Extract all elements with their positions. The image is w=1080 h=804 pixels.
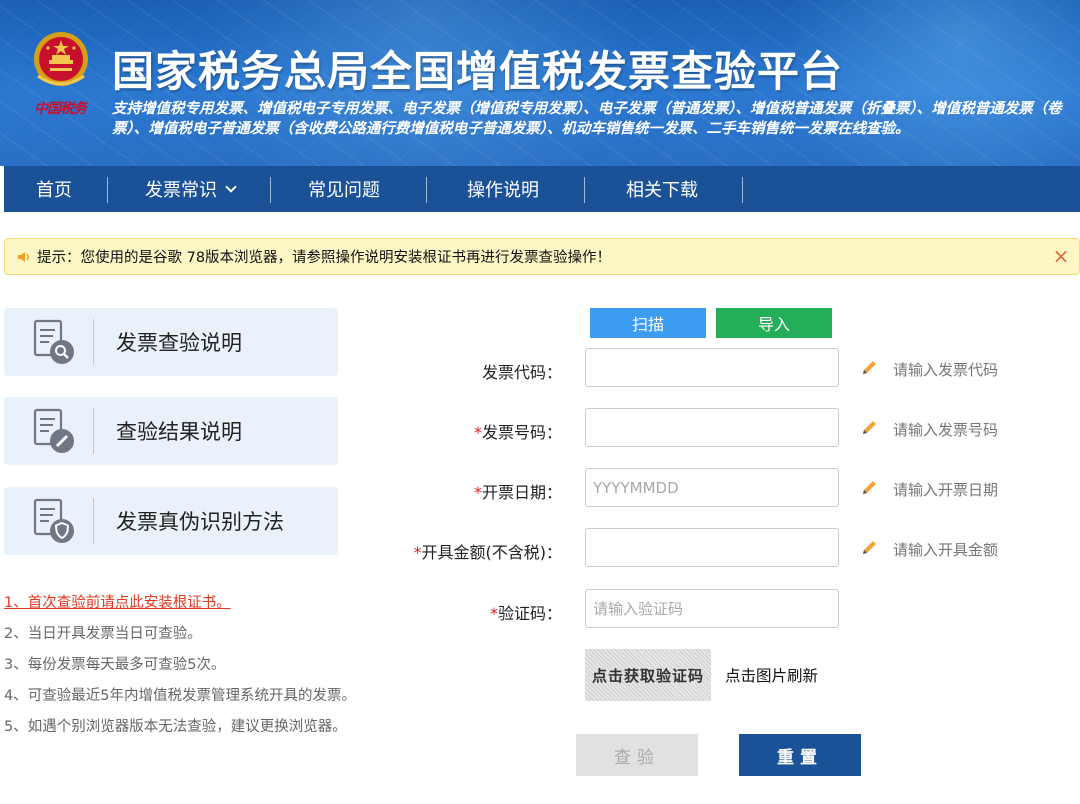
issue-date-hint: 请输入开票日期 xyxy=(893,481,999,499)
invoice-number-input[interactable] xyxy=(585,408,839,447)
captcha-label: *验证码： xyxy=(362,600,562,624)
document-search-icon xyxy=(33,319,74,364)
nav-divider xyxy=(742,177,743,203)
captcha-refresh-link[interactable]: 点击图片刷新 xyxy=(725,664,818,686)
card-result-guide[interactable]: 查验结果说明 xyxy=(4,397,338,465)
amount-hint: 请输入开具金额 xyxy=(893,541,999,559)
nav-downloads[interactable]: 相关下载 xyxy=(585,166,743,212)
required-star: * xyxy=(489,604,498,623)
main-nav: 首页 发票常识 常见问题 操作说明 相关下载 xyxy=(4,166,1080,212)
tips-list: 1、首次查验前请点此安装根证书。 2、当日开具发票当日可查验。 3、每份发票每天… xyxy=(4,588,374,743)
document-shield-icon xyxy=(33,498,74,543)
nav-instructions[interactable]: 操作说明 xyxy=(427,166,585,212)
nav-faq-label: 常见问题 xyxy=(308,180,380,201)
issue-date-label-text: 开票日期： xyxy=(481,483,562,502)
tip-item: 3、每份发票每天最多可查验5次。 xyxy=(4,657,226,673)
issue-date-label: *开票日期： xyxy=(362,479,562,503)
card-authenticity-guide[interactable]: 发票真伪识别方法 xyxy=(4,487,338,555)
amount-input[interactable] xyxy=(585,528,839,567)
nav-downloads-label: 相关下载 xyxy=(626,180,698,201)
browser-notice: 提示：您使用的是谷歌 78版本浏览器，请参照操作说明安装根证书再进行发票查验操作… xyxy=(4,238,1080,275)
nav-home-label: 首页 xyxy=(36,180,72,201)
tip-item: 2、当日开具发票当日可查验。 xyxy=(4,626,202,642)
required-star: * xyxy=(413,543,422,562)
invoice-code-input[interactable] xyxy=(585,348,839,387)
invoice-code-label-text: 发票代码： xyxy=(481,363,562,382)
card-divider xyxy=(93,498,94,544)
invoice-code-label: 发票代码： xyxy=(362,359,562,383)
issue-date-input[interactable] xyxy=(585,468,839,507)
invoice-number-label-text: 发票号码： xyxy=(481,423,562,442)
tip-item: 5、如遇个别浏览器版本无法查验，建议更换浏览器。 xyxy=(4,719,347,735)
captcha-label-text: 验证码： xyxy=(497,604,562,623)
notice-text: 提示：您使用的是谷歌 78版本浏览器，请参照操作说明安装根证书再进行发票查验操作… xyxy=(37,250,612,266)
scan-button[interactable]: 扫描 xyxy=(590,308,706,338)
captcha-input[interactable] xyxy=(585,589,839,628)
pencil-icon xyxy=(863,421,876,434)
nav-home[interactable]: 首页 xyxy=(4,166,108,212)
chevron-down-icon xyxy=(225,181,237,193)
pencil-icon xyxy=(863,481,876,494)
site-subtitle: 支持增值税专用发票、增值税电子专用发票、电子发票（增值税专用发票）、电子发票（普… xyxy=(112,101,1062,137)
pencil-icon xyxy=(863,541,876,554)
nav-invoice-knowledge[interactable]: 发票常识 xyxy=(108,166,271,212)
emblem-caption: 中国税务 xyxy=(34,101,87,117)
nav-invoice-knowledge-label: 发票常识 xyxy=(145,180,217,201)
card-label: 发票真伪识别方法 xyxy=(116,510,284,534)
install-cert-link[interactable]: 1、首次查验前请点此安装根证书。 xyxy=(4,588,374,619)
required-star: * xyxy=(473,483,482,502)
close-icon[interactable]: × xyxy=(1051,246,1071,266)
amount-label-text: 开具金额(不含税)： xyxy=(421,543,563,562)
card-label: 查验结果说明 xyxy=(116,420,242,444)
captcha-image[interactable]: 点击获取验证码 xyxy=(585,649,711,701)
invoice-number-hint: 请输入发票号码 xyxy=(893,421,999,439)
reset-button[interactable]: 重置 xyxy=(739,734,861,776)
pencil-icon xyxy=(863,361,876,374)
check-button[interactable]: 查验 xyxy=(576,734,698,776)
card-label: 发票查验说明 xyxy=(116,331,242,355)
document-edit-icon xyxy=(33,408,74,453)
amount-label: *开具金额(不含税)： xyxy=(362,539,563,563)
card-divider xyxy=(93,319,94,365)
nav-instructions-label: 操作说明 xyxy=(467,180,539,201)
nav-faq[interactable]: 常见问题 xyxy=(271,166,427,212)
header-banner: 中国税务 国家税务总局全国增值税发票查验平台 支持增值税专用发票、增值税电子专用… xyxy=(0,0,1080,166)
national-emblem-icon xyxy=(34,32,88,86)
invoice-code-hint: 请输入发票代码 xyxy=(893,361,999,379)
site-title: 国家税务总局全国增值税发票查验平台 xyxy=(112,47,844,96)
tip-item: 4、可查验最近5年内增值税发票管理系统开具的发票。 xyxy=(4,688,356,704)
card-divider xyxy=(93,408,94,454)
card-invoice-check-guide[interactable]: 发票查验说明 xyxy=(4,308,338,376)
speaker-icon xyxy=(18,251,29,262)
import-button[interactable]: 导入 xyxy=(716,308,832,338)
invoice-number-label: *发票号码： xyxy=(362,419,562,443)
required-star: * xyxy=(473,423,482,442)
